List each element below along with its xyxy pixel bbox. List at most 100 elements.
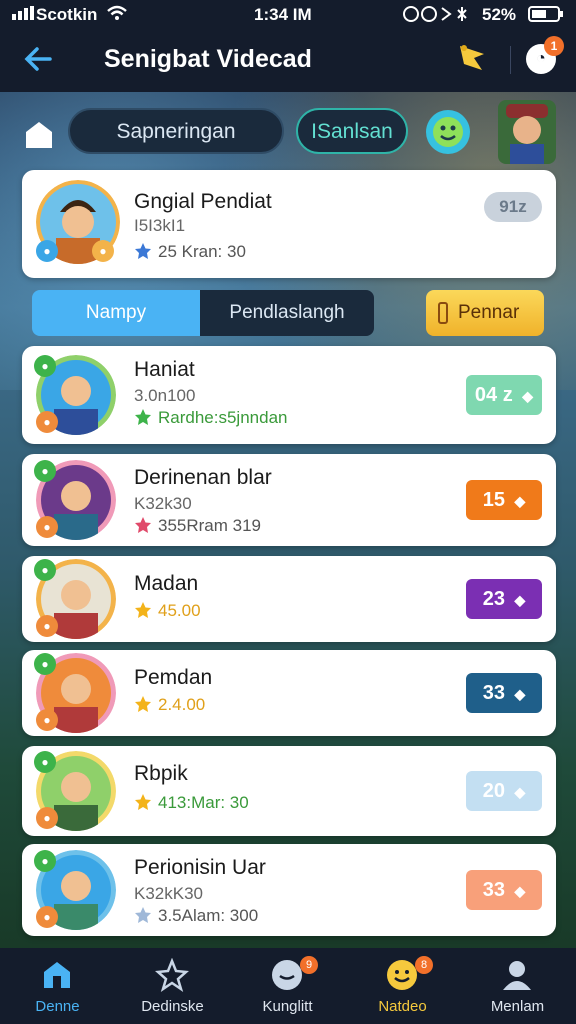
- row-rank-icon: ●: [34, 653, 56, 675]
- row-coin-icon: ●: [36, 516, 58, 538]
- row-rank-icon: ●: [34, 751, 56, 773]
- row-coin-icon: ●: [36, 807, 58, 829]
- row-score-badge: 04 z ◆: [466, 375, 542, 415]
- battery-icon: [528, 5, 564, 28]
- row-star-icon: [134, 906, 152, 924]
- row-score-value: 33: [482, 682, 505, 704]
- list-item[interactable]: ● ● Haniat 3.0n100 Rardhe:s5jnndan 04 z …: [22, 346, 556, 444]
- row-score-value: 15: [482, 489, 505, 511]
- row-meta: 413:Mar: 30: [158, 793, 249, 812]
- tab-label: Kunglitt: [262, 998, 313, 1015]
- status-bar: Scotkin 1:34 IM 52%: [0, 0, 576, 30]
- row-meta: 3.5Alam: 300: [158, 906, 259, 925]
- profile-score-badge: 91z: [484, 192, 542, 222]
- pennar-button[interactable]: Pennar: [426, 290, 544, 336]
- row-rank-icon: ●: [34, 559, 56, 581]
- player-avatar-top[interactable]: [498, 100, 556, 164]
- row-meta: Rardhe:s5jnndan: [158, 408, 288, 427]
- list-item[interactable]: ● ● Perionisin Uar K32kK30 3.5Alam: 300 …: [22, 844, 556, 936]
- tab-badge: 9: [300, 956, 318, 974]
- row-star-icon: [134, 408, 152, 426]
- header-divider: [510, 46, 511, 74]
- profile-sub: I5I3kI1: [134, 216, 186, 235]
- profile-name: Gngial Pendiat: [134, 190, 272, 213]
- row-star-icon: [134, 695, 152, 713]
- tab-label: Natdeo: [378, 998, 427, 1015]
- row-sub: 3.0n100: [134, 386, 196, 405]
- row-score-diamond-icon: ◆: [514, 883, 526, 899]
- tab-natdeo[interactable]: 8 Natdeo: [345, 948, 460, 1024]
- row-score-diamond-icon: ◆: [514, 493, 526, 509]
- carrier-label: Scotkin: [36, 5, 98, 24]
- wifi-icon: [106, 5, 128, 26]
- row-meta: 355Rram 319: [158, 516, 262, 535]
- tab-dedinske[interactable]: Dedinske: [115, 948, 230, 1024]
- filter-pill-isanlsan[interactable]: ISanlsan: [296, 108, 408, 154]
- tab-label: Dedinske: [141, 998, 204, 1015]
- row-score-diamond-icon: ◆: [514, 686, 526, 702]
- row-score-diamond-icon: ◆: [514, 592, 526, 608]
- smiley-button-icon[interactable]: [422, 108, 474, 156]
- row-score-value: 20: [482, 780, 505, 802]
- row-star-icon: [134, 516, 152, 534]
- row-name: Haniat: [134, 358, 195, 381]
- smiley-icon: [385, 958, 419, 992]
- row-name: Pemdan: [134, 666, 213, 689]
- tab-label: Menlam: [490, 998, 545, 1015]
- status-icons: [402, 5, 478, 28]
- row-name: Rbpik: [134, 762, 188, 785]
- profile-meta: 25 Kran: 30: [158, 242, 246, 261]
- pennar-icon: [438, 302, 448, 324]
- row-meta: 45.00: [158, 601, 201, 620]
- page-title: Senigbat Videcad: [104, 45, 312, 73]
- list-item[interactable]: ● ● Madan 45.00 23 ◆: [22, 556, 556, 642]
- signal-icon: [12, 5, 38, 25]
- row-score-diamond-icon: ◆: [514, 784, 526, 800]
- row-name: Madan: [134, 572, 199, 595]
- row-coin-icon: ●: [36, 615, 58, 637]
- flag-icon[interactable]: [456, 40, 492, 76]
- row-score-value: 04 z: [474, 384, 513, 406]
- row-rank-icon: ●: [34, 850, 56, 872]
- list-item[interactable]: ● ● Rbpik 413:Mar: 30 20 ◆: [22, 746, 556, 836]
- row-name: Perionisin Uar: [134, 856, 266, 879]
- tab-nampy[interactable]: Nampy: [32, 290, 200, 336]
- notification-badge: 1: [544, 36, 564, 56]
- row-sub: K32kK30: [134, 884, 203, 903]
- row-star-icon: [134, 601, 152, 619]
- row-score-value: 33: [482, 879, 505, 901]
- home-shape-icon[interactable]: [22, 118, 56, 152]
- pennar-label: Pennar: [458, 302, 520, 323]
- filter-pill-sapneringan[interactable]: Sapneringan: [68, 108, 284, 154]
- row-coin-icon: ●: [36, 411, 58, 433]
- row-meta: 2.4.00: [158, 695, 206, 714]
- tab-label: Denne: [35, 998, 80, 1015]
- tab-pendlaslangh[interactable]: Pendlaslangh: [200, 290, 374, 336]
- row-rank-icon: ●: [34, 460, 56, 482]
- row-score-badge: 33 ◆: [466, 673, 542, 713]
- app-header: Senigbat Videcad ◔ 1: [0, 30, 576, 92]
- tab-kunglitt[interactable]: 9 Kunglitt: [230, 948, 345, 1024]
- list-item[interactable]: ● ● Derinenan blar K32k30 355Rram 319 15…: [22, 454, 556, 546]
- tab-denne[interactable]: Denne: [0, 948, 115, 1024]
- row-star-icon: [134, 793, 152, 811]
- list-item[interactable]: ● ● Pemdan 2.4.00 33 ◆: [22, 650, 556, 736]
- row-score-badge: 23 ◆: [466, 579, 542, 619]
- row-sub: K32k30: [134, 494, 192, 513]
- row-score-diamond-icon: ◆: [522, 388, 534, 404]
- row-name: Derinenan blar: [134, 466, 272, 489]
- row-score-badge: 33 ◆: [466, 870, 542, 910]
- tab-menlam[interactable]: Menlam: [460, 948, 575, 1024]
- tab-badge: 8: [415, 956, 433, 974]
- profile-coin-icon: ●: [92, 240, 114, 262]
- profile-star-icon: [134, 242, 152, 260]
- chat-icon: [270, 958, 304, 992]
- profile-level-icon: ●: [36, 240, 58, 262]
- back-arrow-icon[interactable]: [22, 42, 56, 76]
- star-icon: [155, 957, 189, 992]
- profile-icon: [500, 958, 534, 992]
- clock-label: 1:34 IM: [254, 5, 312, 24]
- profile-card[interactable]: ● ● Gngial Pendiat I5I3kI1 25 Kran: 30 9…: [22, 170, 556, 278]
- battery-label: 52%: [482, 5, 517, 24]
- notification-bell-icon[interactable]: ◔ 1: [526, 36, 564, 74]
